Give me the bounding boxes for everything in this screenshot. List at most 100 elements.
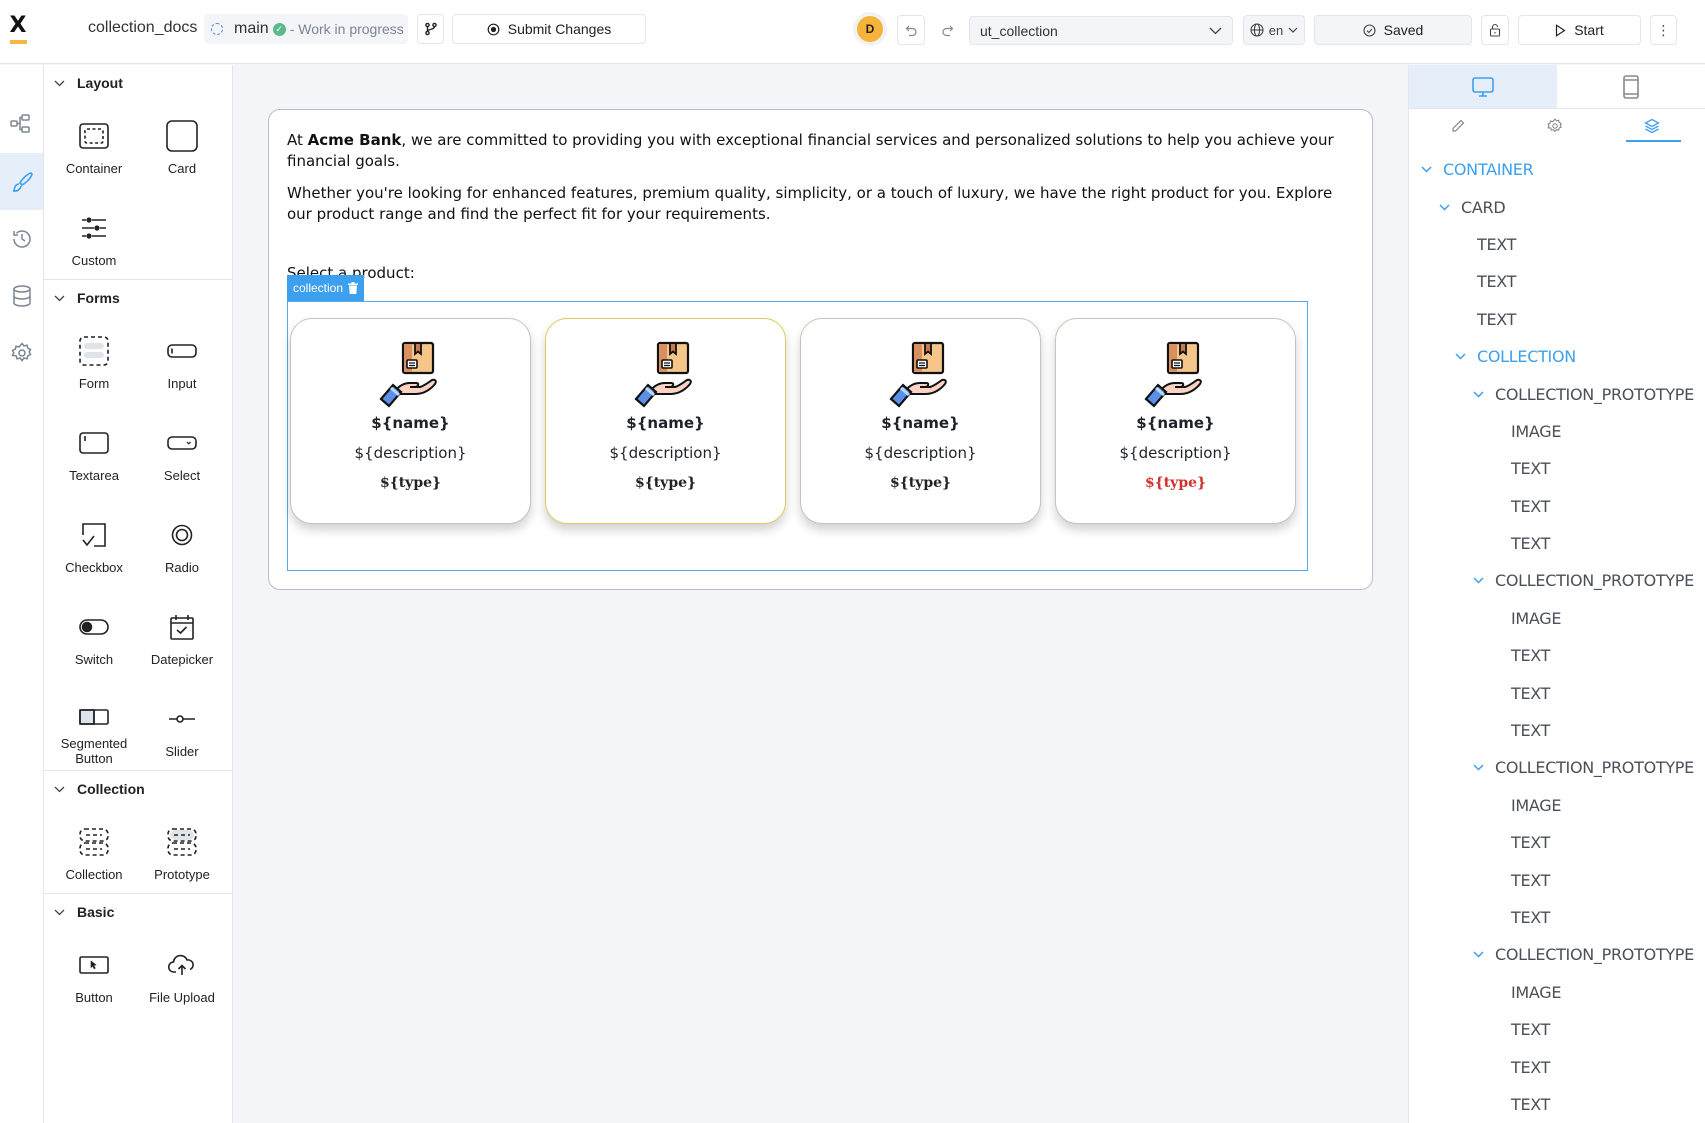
product-card-selected[interactable]: ${name} ${description} ${type}	[545, 318, 786, 524]
lock-button[interactable]	[1481, 15, 1509, 45]
layer-tree-item[interactable]: COLLECTION_PROTOTYPE	[1409, 562, 1705, 599]
submit-changes-button[interactable]: Submit Changes	[452, 14, 646, 44]
page-select[interactable]: ut_collection	[969, 16, 1233, 45]
layer-tree-item[interactable]: TEXT	[1409, 712, 1705, 749]
radio-icon	[171, 524, 193, 546]
palette-item-custom[interactable]: Custom	[50, 197, 138, 275]
layer-tree-item[interactable]: IMAGE	[1409, 974, 1705, 1011]
palette-item-slider[interactable]: Slider	[138, 688, 226, 766]
start-button[interactable]: Start	[1518, 15, 1641, 45]
layer-tree-item[interactable]: TEXT	[1409, 861, 1705, 898]
section-header-collection[interactable]: Collection	[44, 771, 232, 807]
layer-tree-item[interactable]: TEXT	[1409, 1048, 1705, 1085]
chevron-down-icon[interactable]	[1473, 764, 1487, 771]
chevron-down-icon[interactable]	[1473, 577, 1487, 585]
layer-tree-item[interactable]: TEXT	[1409, 450, 1705, 487]
tab-desktop[interactable]	[1409, 65, 1557, 108]
layer-tree-item[interactable]: TEXT	[1409, 301, 1705, 338]
rail-item-settings[interactable]	[0, 324, 43, 381]
layer-tree-item[interactable]: TEXT	[1409, 824, 1705, 861]
branch-indicator[interactable]: main ✓ - Work in progress	[204, 14, 408, 44]
rail-item-design[interactable]	[0, 153, 43, 210]
layer-tree-item[interactable]: COLLECTION_PROTOTYPE	[1409, 375, 1705, 412]
app-logo[interactable]: X	[8, 13, 28, 44]
layer-tree-item[interactable]: COLLECTION	[1409, 338, 1705, 375]
layer-tree-item[interactable]: CARD	[1409, 188, 1705, 225]
products-paragraph[interactable]: Whether you're looking for enhanced feat…	[287, 183, 1357, 225]
container-card[interactable]: At Acme Bank, we are committed to provid…	[268, 109, 1373, 590]
palette-item-input[interactable]: Input	[138, 320, 226, 398]
palette-item-form[interactable]: Form	[50, 320, 138, 398]
tab-edit[interactable]	[1409, 109, 1506, 143]
section-header-basic[interactable]: Basic	[44, 894, 232, 930]
editor-canvas[interactable]: At Acme Bank, we are committed to provid…	[233, 65, 1408, 1123]
layer-tree-item[interactable]: CONTAINER	[1409, 151, 1705, 188]
intro-paragraph[interactable]: At Acme Bank, we are committed to provid…	[287, 130, 1357, 172]
palette-item-container[interactable]: Container	[50, 105, 138, 183]
redo-button[interactable]	[933, 15, 961, 45]
saved-status-button[interactable]: Saved	[1314, 15, 1472, 45]
palette-item-switch[interactable]: Switch	[50, 596, 138, 674]
chevron-down-icon[interactable]	[1473, 391, 1487, 398]
layer-tree-item[interactable]: TEXT	[1409, 488, 1705, 525]
section-header-layout[interactable]: Layout	[44, 65, 232, 101]
undo-button[interactable]	[897, 15, 925, 45]
collection-frame[interactable]: ${name} ${description} ${type} ${name} $…	[287, 301, 1308, 571]
chevron-down-icon[interactable]	[1439, 204, 1453, 211]
submit-changes-label: Submit Changes	[507, 21, 612, 37]
palette-item-select[interactable]: Select	[138, 412, 226, 490]
rail-item-flow[interactable]	[0, 95, 43, 152]
palette-item-checkbox[interactable]: Checkbox	[50, 504, 138, 582]
layer-tree-label: COLLECTION_PROTOTYPE	[1495, 384, 1694, 404]
tab-settings[interactable]	[1506, 109, 1603, 143]
tab-layers[interactable]	[1603, 109, 1700, 143]
collection-selection-tag[interactable]: collection	[287, 275, 365, 301]
page-select-value: ut_collection	[980, 22, 1058, 39]
palette-item-textarea[interactable]: Textarea	[50, 412, 138, 490]
trash-icon[interactable]	[348, 282, 359, 294]
globe-icon	[1250, 23, 1264, 37]
layer-tree-item[interactable]: IMAGE	[1409, 787, 1705, 824]
palette-item-datepicker[interactable]: Datepicker	[138, 596, 226, 674]
redo-icon	[941, 25, 953, 36]
layer-tree-item[interactable]: COLLECTION_PROTOTYPE	[1409, 749, 1705, 786]
rail-item-data[interactable]	[0, 267, 43, 324]
palette-item-label: Form	[78, 376, 110, 391]
product-card[interactable]: ${name} ${description} ${type}	[800, 318, 1041, 524]
section-header-forms[interactable]: Forms	[44, 280, 232, 316]
check-circle-icon: ✓	[272, 22, 286, 36]
layer-tree-item[interactable]: TEXT	[1409, 674, 1705, 711]
layer-tree-label: CONTAINER	[1443, 160, 1534, 180]
logo-letter: X	[9, 13, 27, 38]
palette-item-file-upload[interactable]: File Upload	[138, 934, 226, 1012]
layer-tree-item[interactable]: TEXT	[1409, 1086, 1705, 1123]
palette-item-button[interactable]: Button	[50, 934, 138, 1012]
custom-icon	[82, 217, 106, 239]
layer-tree-item[interactable]: TEXT	[1409, 226, 1705, 263]
layer-tree-item[interactable]: TEXT	[1409, 899, 1705, 936]
chevron-down-icon[interactable]	[1473, 951, 1487, 958]
chevron-down-icon[interactable]	[1421, 166, 1435, 173]
palette-item-radio[interactable]: Radio	[138, 504, 226, 582]
palette-item-collection[interactable]: Collection	[50, 811, 138, 889]
palette-item-prototype[interactable]: Prototype	[138, 811, 226, 889]
layer-tree-item[interactable]: COLLECTION_PROTOTYPE	[1409, 936, 1705, 973]
user-avatar[interactable]: D	[857, 16, 883, 42]
language-select[interactable]: en	[1243, 15, 1305, 45]
rail-item-history[interactable]	[0, 210, 43, 267]
layer-tree-item[interactable]: TEXT	[1409, 1011, 1705, 1048]
tab-mobile[interactable]	[1557, 65, 1705, 108]
layer-tree-item[interactable]: TEXT	[1409, 637, 1705, 674]
palette-item-segmented-button[interactable]: Segmented Button	[50, 688, 138, 766]
branch-button[interactable]	[417, 14, 444, 44]
layer-tree-item[interactable]: IMAGE	[1409, 413, 1705, 450]
chevron-down-icon[interactable]	[1455, 353, 1469, 360]
more-options-button[interactable]: ⋮	[1650, 15, 1677, 45]
palette-item-card[interactable]: Card	[138, 105, 226, 183]
layer-tree-item[interactable]: TEXT	[1409, 263, 1705, 300]
undo-icon	[905, 25, 917, 36]
layer-tree-item[interactable]: IMAGE	[1409, 600, 1705, 637]
layer-tree-item[interactable]: TEXT	[1409, 525, 1705, 562]
product-card[interactable]: ${name} ${description} ${type}	[290, 318, 531, 524]
product-card[interactable]: ${name} ${description} ${type}	[1055, 318, 1296, 524]
